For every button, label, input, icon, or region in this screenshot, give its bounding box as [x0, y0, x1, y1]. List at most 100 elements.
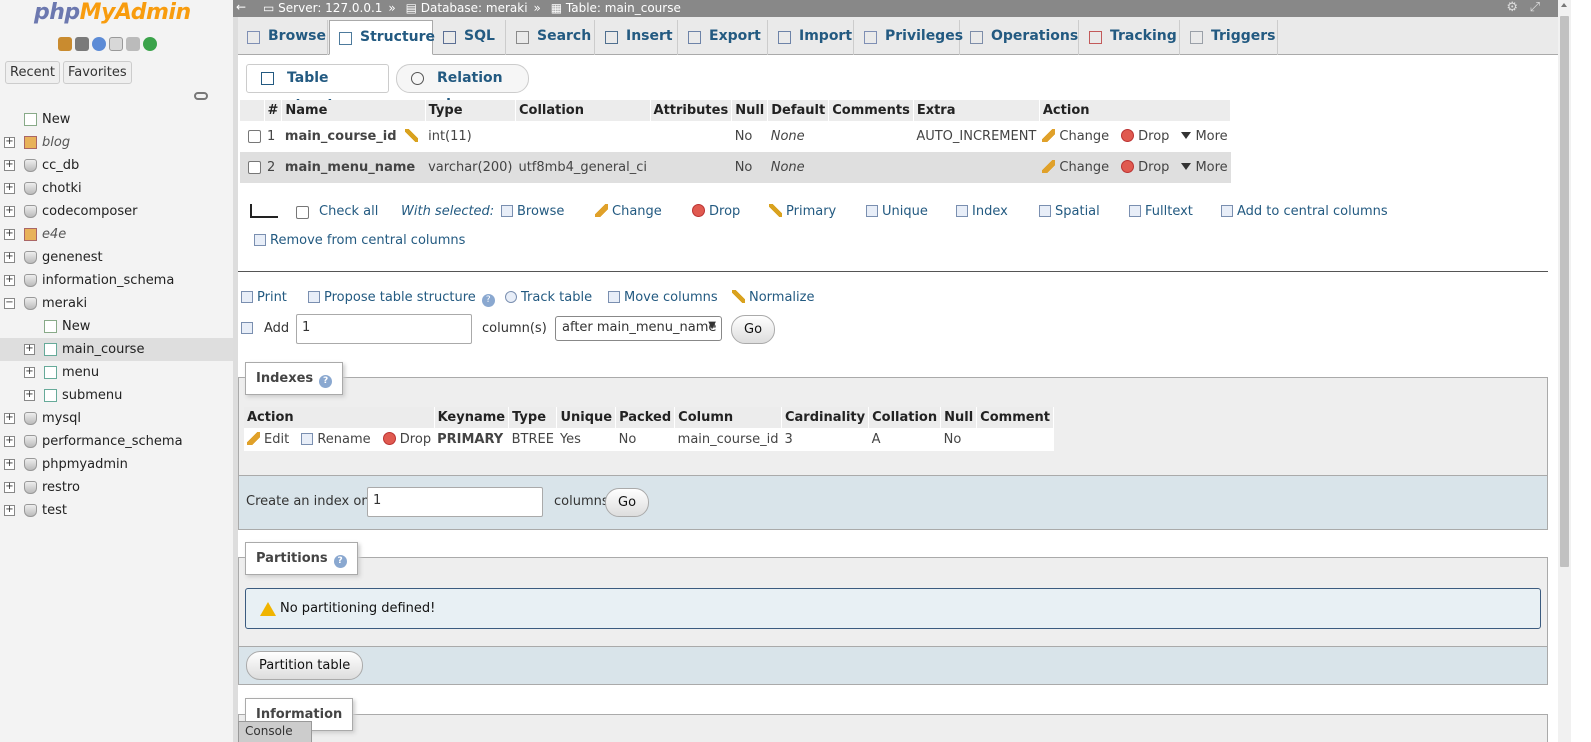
tree-item-label[interactable]: restro	[42, 476, 80, 499]
track-table-link[interactable]: Track table	[505, 290, 592, 305]
breadcrumb-server[interactable]: Server: 127.0.0.1	[278, 1, 382, 15]
expand-icon[interactable]: +	[4, 183, 15, 194]
tree-item-label[interactable]: cc_db	[42, 154, 79, 177]
expand-icon[interactable]: +	[4, 275, 15, 286]
drop-column-link[interactable]: Drop	[1121, 129, 1169, 144]
tree-item-database[interactable]: + phpmyadmin	[0, 453, 233, 476]
row-checkbox[interactable]	[240, 152, 264, 183]
tab-privileges[interactable]: Privileges	[855, 20, 963, 55]
add-columns-go-button[interactable]: Go	[731, 315, 776, 344]
tree-item-database[interactable]: + restro	[0, 476, 233, 499]
tree-item-label[interactable]: main_course	[62, 338, 144, 361]
column-header[interactable]: Null	[731, 100, 769, 121]
expand-icon[interactable]: +	[4, 137, 15, 148]
expand-icon[interactable]: +	[4, 160, 15, 171]
column-header[interactable]: Name	[281, 100, 426, 121]
bulk-drop-button[interactable]: Drop	[692, 204, 740, 219]
normalize-link[interactable]: Normalize	[732, 290, 814, 305]
column-header[interactable]: Extra	[913, 100, 1040, 121]
propose-table-structure-link[interactable]: Propose table structure?	[308, 290, 495, 307]
expand-icon[interactable]: +	[4, 413, 15, 424]
bulk-browse-button[interactable]: Browse	[501, 204, 564, 219]
logout-icon[interactable]	[75, 37, 89, 51]
tree-item-database[interactable]: + e4e	[0, 223, 233, 246]
column-name[interactable]: main_course_id	[281, 121, 426, 152]
tree-item-table[interactable]: + menu	[0, 361, 233, 384]
rename-index-link[interactable]: Rename	[301, 432, 371, 447]
expand-icon[interactable]: +	[4, 229, 15, 240]
more-actions-dropdown[interactable]: More	[1181, 160, 1228, 175]
check-all-checkbox[interactable]	[296, 205, 309, 220]
table-structure-subtab[interactable]: Table structure	[246, 64, 389, 113]
column-header[interactable]: Collation	[515, 100, 651, 121]
bulk-spatial-button[interactable]: Spatial	[1039, 204, 1100, 219]
help-icon[interactable]: ?	[333, 555, 347, 568]
relation-view-subtab[interactable]: Relation view	[396, 64, 529, 113]
console-bar[interactable]: Console	[238, 721, 312, 742]
tree-item-database[interactable]: + genenest	[0, 246, 233, 269]
print-link[interactable]: Print	[241, 290, 287, 305]
tab-browse[interactable]: Browse	[238, 20, 328, 55]
drop-column-link[interactable]: Drop	[1121, 160, 1169, 175]
vertical-scrollbar[interactable]	[1558, 0, 1571, 742]
tree-item-database[interactable]: + performance_schema	[0, 430, 233, 453]
drop-index-link[interactable]: Drop	[382, 432, 431, 447]
tab-tracking[interactable]: Tracking	[1080, 20, 1180, 55]
tree-item-label[interactable]: test	[42, 499, 67, 522]
reload-icon[interactable]	[143, 37, 157, 51]
tree-item-label[interactable]: menu	[62, 361, 99, 384]
column-header[interactable]: Attributes	[650, 100, 733, 121]
docs-icon[interactable]	[109, 37, 123, 51]
tree-item-database[interactable]: + codecomposer	[0, 200, 233, 223]
bulk-index-button[interactable]: Index	[956, 204, 1008, 219]
expand-icon[interactable]: +	[4, 206, 15, 217]
tree-item-database[interactable]: + chotki	[0, 177, 233, 200]
expand-icon[interactable]: +	[24, 344, 35, 355]
partition-table-button[interactable]: Partition table	[246, 651, 364, 680]
tab-sql[interactable]: SQL	[434, 20, 506, 55]
help-icon[interactable]: ?	[481, 294, 495, 307]
tree-item-table[interactable]: + submenu	[0, 384, 233, 407]
expand-icon[interactable]: +	[24, 367, 35, 378]
create-index-go-button[interactable]: Go	[605, 488, 650, 517]
change-column-link[interactable]: Change	[1042, 160, 1109, 175]
back-arrow-icon[interactable]: ←	[236, 0, 246, 15]
tree-item-label[interactable]: New	[62, 315, 90, 338]
breadcrumb-database[interactable]: Database: meraki	[421, 1, 528, 15]
tree-item-database[interactable]: + test	[0, 499, 233, 522]
tree-item-label[interactable]: submenu	[62, 384, 122, 407]
favorites-tab[interactable]: Favorites	[62, 61, 132, 84]
expand-icon[interactable]: +	[4, 252, 15, 263]
column-header[interactable]: Default	[767, 100, 830, 121]
column-header[interactable]: #	[264, 100, 283, 121]
tab-structure[interactable]: Structure	[329, 20, 435, 55]
tab-search[interactable]: Search	[507, 20, 595, 55]
tree-item-label[interactable]: phpmyadmin	[42, 453, 128, 476]
expand-icon[interactable]: +	[4, 505, 15, 516]
tree-item-label[interactable]: blog	[42, 131, 70, 154]
tree-item-database[interactable]: + cc_db	[0, 154, 233, 177]
move-columns-link[interactable]: Move columns	[608, 290, 718, 305]
collapse-icon[interactable]: −	[4, 298, 15, 309]
expand-icon[interactable]: +	[4, 436, 15, 447]
tree-item-label[interactable]: performance_schema	[42, 430, 183, 453]
tree-item-label[interactable]: mysql	[42, 407, 81, 430]
remove-from-central-columns-button[interactable]: Remove from central columns	[254, 233, 465, 248]
bulk-primary-button[interactable]: Primary	[769, 204, 836, 219]
tab-operations[interactable]: Operations	[961, 20, 1079, 55]
row-checkbox[interactable]	[240, 121, 264, 152]
home-icon[interactable]	[58, 37, 72, 51]
expand-icon[interactable]: +	[4, 459, 15, 470]
scroll-up-arrow-icon[interactable]	[1561, 3, 1567, 7]
tree-item-new[interactable]: New	[0, 108, 233, 131]
scrollbar-thumb[interactable]	[1560, 16, 1569, 567]
help-icon[interactable]	[92, 37, 106, 51]
bulk-fulltext-button[interactable]: Fulltext	[1129, 204, 1193, 219]
tab-triggers[interactable]: Triggers	[1181, 20, 1278, 55]
phpmyadmin-logo[interactable]: phpMyAdmin	[34, 0, 191, 25]
create-index-count-input[interactable]: 1	[367, 487, 543, 517]
tab-export[interactable]: Export	[679, 20, 768, 55]
help-icon[interactable]: ?	[319, 375, 333, 388]
tree-item-label[interactable]: codecomposer	[42, 200, 137, 223]
column-header[interactable]: Comments	[828, 100, 914, 121]
